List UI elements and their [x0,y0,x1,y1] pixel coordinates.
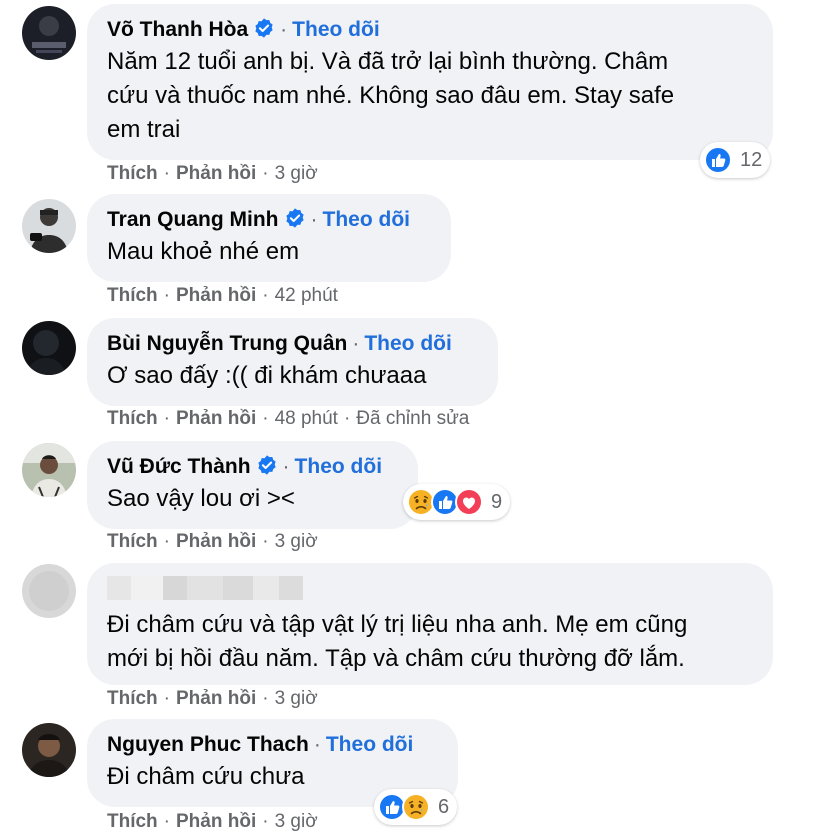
like-button[interactable]: Thích [107,811,158,832]
commenter-name[interactable]: Vũ Đức Thành [107,455,251,478]
comment-bubble: Vũ Đức Thành · Theo dõi Sao vậy lou ơi >< [87,441,418,529]
comment-actions: Thích · Phản hồi · 3 giờ [107,163,318,184]
edited-label[interactable]: Đã chỉnh sửa [356,408,469,429]
commenter-name[interactable]: Võ Thanh Hòa [107,18,248,41]
comment-text: Năm 12 tuổi anh bị. Và đã trở lại bình t… [107,48,675,143]
comment-actions: Thích · Phản hồi · 42 phút [107,285,338,306]
comment-text: Sao vậy lou ơi >< [107,485,295,512]
reaction-summary[interactable]: 9 [403,484,511,520]
separator-dot: · [352,332,360,355]
separator-dot: · [310,208,318,231]
blurred-commenter-name [107,576,753,600]
follow-link[interactable]: Theo dõi [295,455,383,478]
love-icon [455,488,483,516]
reply-button[interactable]: Phản hồi [176,163,256,184]
commenter-name[interactable]: Bùi Nguyễn Trung Quân [107,332,347,355]
separator-dot: · [282,455,290,478]
avatar[interactable] [22,564,76,618]
avatar[interactable] [22,321,76,375]
like-icon [704,146,732,174]
reply-button[interactable]: Phản hồi [176,688,256,709]
verified-badge-icon [284,207,306,229]
avatar[interactable] [22,723,76,777]
avatar[interactable] [22,443,76,497]
comment-actions: Thích · Phản hồi · 3 giờ [107,688,318,709]
like-button[interactable]: Thích [107,531,158,552]
like-button[interactable]: Thích [107,163,158,184]
like-button[interactable]: Thích [107,285,158,306]
timestamp[interactable]: 3 giờ [275,163,318,184]
reply-button[interactable]: Phản hồi [176,811,256,832]
avatar[interactable] [22,199,76,253]
like-button[interactable]: Thích [107,688,158,709]
reply-button[interactable]: Phản hồi [176,408,256,429]
reaction-summary[interactable]: 6 [374,789,458,825]
like-button[interactable]: Thích [107,408,158,429]
timestamp[interactable]: 3 giờ [275,531,318,552]
follow-link[interactable]: Theo dõi [292,18,380,41]
verified-badge-icon [253,17,275,39]
comment-bubble: Bùi Nguyễn Trung Quân · Theo dõi Ơ sao đấy… [87,318,498,406]
follow-link[interactable]: Theo dõi [323,208,411,231]
follow-link[interactable]: Theo dõi [364,332,452,355]
follow-link[interactable]: Theo dõi [326,733,414,756]
comment-actions: Thích · Phản hồi · 48 phút · Đã chỉnh sửa [107,408,470,429]
comment-text: Ơ sao đấy :(( đi khám chưaaa [107,362,427,389]
avatar[interactable] [22,6,76,60]
separator-dot: · [313,733,321,756]
comment-bubble: Võ Thanh Hòa · Theo dõi Năm 12 tuổi anh bị… [87,4,773,160]
sad-icon [402,793,430,821]
comment-actions: Thích · Phản hồi · 3 giờ [107,531,318,552]
timestamp[interactable]: 48 phút [275,408,338,429]
comment-bubble: Đi châm cứu và tập vật lý trị liệu nha a… [87,563,773,685]
comment-text: Đi châm cứu và tập vật lý trị liệu nha a… [107,611,688,672]
timestamp[interactable]: 3 giờ [275,688,318,709]
comment-text: Mau khoẻ nhé em [107,238,300,265]
commenter-name[interactable]: Tran Quang Minh [107,208,279,231]
comment-actions: Thích · Phản hồi · 3 giờ [107,811,318,832]
timestamp[interactable]: 3 giờ [275,811,318,832]
verified-badge-icon [256,454,278,476]
comment-bubble: Tran Quang Minh · Theo dõi Mau khoẻ nhé em [87,194,451,282]
reply-button[interactable]: Phản hồi [176,531,256,552]
reaction-count: 12 [740,148,763,171]
timestamp[interactable]: 42 phút [275,285,338,306]
separator-dot: · [280,18,288,41]
reaction-summary[interactable]: 12 [700,142,771,178]
reply-button[interactable]: Phản hồi [176,285,256,306]
reaction-count: 9 [491,490,503,513]
commenter-name[interactable]: Nguyen Phuc Thach [107,733,309,756]
reaction-count: 6 [438,795,450,818]
